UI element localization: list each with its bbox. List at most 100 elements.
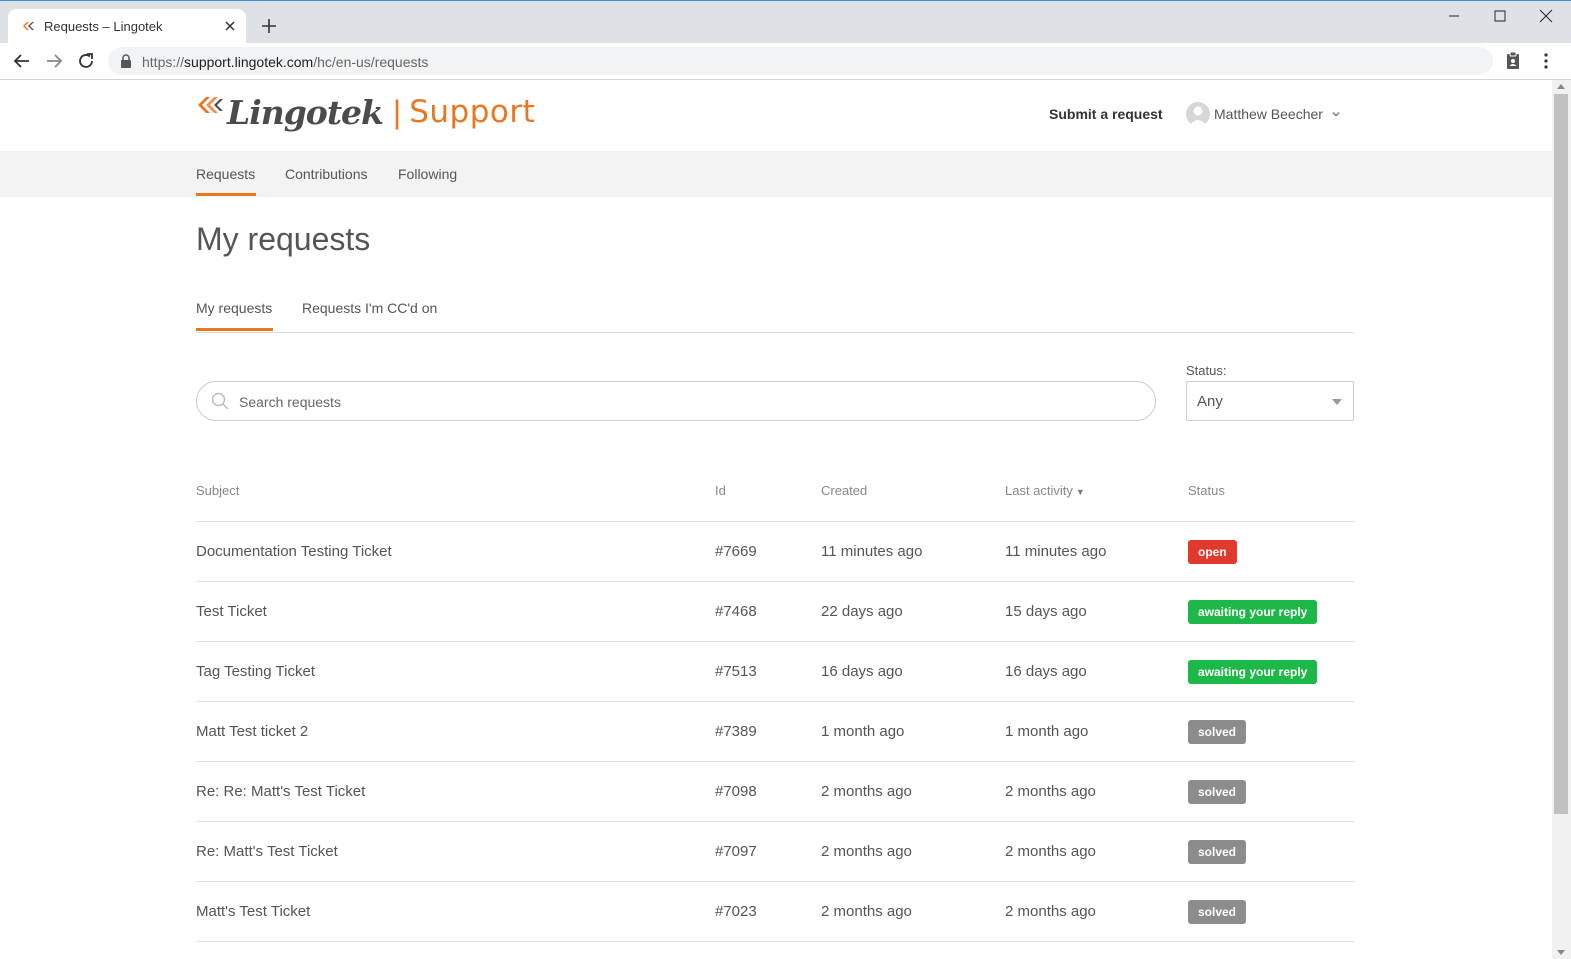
url-text: https://support.lingotek.com/hc/en-us/re… (142, 54, 428, 70)
browser-toolbar: https://support.lingotek.com/hc/en-us/re… (0, 43, 1571, 80)
request-created: 1 month ago (821, 723, 905, 740)
tab-ccd-requests[interactable]: Requests I'm CC'd on (302, 300, 437, 316)
sort-descending-icon: ▼ (1075, 487, 1085, 497)
subnav-active-indicator (196, 193, 256, 196)
lock-icon (121, 54, 131, 68)
request-last-activity: 11 minutes ago (1005, 543, 1107, 560)
avatar (1186, 102, 1210, 126)
requests-tabs: My requests Requests I'm CC'd on (196, 300, 1354, 333)
request-subject-link[interactable]: Test Ticket (196, 603, 267, 620)
logo-wordmark: Lingotek (227, 92, 384, 132)
caret-down-icon (1332, 399, 1342, 405)
request-created: 2 months ago (821, 843, 912, 860)
status-badge: solved (1188, 840, 1247, 864)
request-subject-link[interactable]: Re: Re: Matt's Test Ticket (196, 783, 365, 800)
request-created: 11 minutes ago (821, 543, 923, 560)
search-input[interactable] (237, 390, 1131, 414)
column-header-id[interactable]: Id (715, 483, 726, 498)
tab-active-indicator (196, 328, 273, 331)
status-badge: awaiting your reply (1188, 660, 1318, 684)
maximize-window-icon[interactable] (1477, 5, 1523, 27)
request-subject-link[interactable]: Tag Testing Ticket (196, 663, 315, 680)
user-menu[interactable]: Matthew Beecher (1186, 102, 1341, 126)
url-host: support.lingotek.com (184, 54, 314, 70)
table-row: Documentation Testing Ticket #7669 11 mi… (196, 522, 1354, 582)
tab-title: Requests – Lingotek (44, 19, 163, 34)
url-path: /hc/en-us/requests (313, 54, 429, 70)
requests-table: Subject Id Created Last activity ▼ Status… (196, 470, 1354, 942)
column-header-last-activity-label: Last activity (1005, 483, 1073, 498)
request-last-activity: 1 month ago (1005, 723, 1089, 740)
lingotek-logo-mark-icon (198, 97, 223, 113)
request-last-activity: 16 days ago (1005, 663, 1087, 680)
request-created: 2 months ago (821, 783, 912, 800)
reload-icon[interactable] (75, 50, 97, 72)
subnav-item-following[interactable]: Following (398, 166, 457, 182)
search-box (196, 381, 1156, 421)
column-header-status[interactable]: Status (1188, 483, 1225, 498)
status-badge: solved (1188, 780, 1247, 804)
page-title: My requests (196, 221, 371, 257)
request-id: #7023 (715, 903, 757, 920)
browser-tab-strip: Requests – Lingotek (0, 0, 1571, 44)
request-last-activity: 15 days ago (1005, 603, 1087, 620)
status-filter-label: Status: (1186, 363, 1227, 378)
minimize-window-icon[interactable] (1431, 5, 1477, 27)
submit-request-link[interactable]: Submit a request (1049, 106, 1163, 122)
request-subject-link[interactable]: Documentation Testing Ticket (196, 543, 392, 560)
table-row: Matt Test ticket 2 #7389 1 month ago 1 m… (196, 702, 1354, 762)
request-subject-link[interactable]: Matt's Test Ticket (196, 903, 310, 920)
column-header-last-activity[interactable]: Last activity ▼ (1005, 483, 1085, 498)
chevron-down-icon (1332, 112, 1340, 117)
user-avatar-icon (1189, 106, 1207, 126)
status-badge: solved (1188, 720, 1247, 744)
address-bar[interactable]: https://support.lingotek.com/hc/en-us/re… (108, 47, 1493, 75)
request-last-activity: 2 months ago (1005, 843, 1096, 860)
browser-tab[interactable]: Requests – Lingotek (8, 9, 246, 44)
request-id: #7669 (715, 543, 757, 560)
lingotek-favicon-icon (23, 22, 34, 30)
extension-clipboard-icon[interactable] (1502, 50, 1524, 72)
new-tab-icon[interactable] (258, 15, 280, 37)
request-id: #7097 (715, 843, 757, 860)
scroll-up-arrow-icon[interactable] (1557, 84, 1565, 89)
back-arrow-icon[interactable] (11, 50, 33, 72)
subnav-item-contributions[interactable]: Contributions (285, 166, 368, 182)
scroll-down-arrow-icon[interactable] (1557, 950, 1565, 955)
tab-my-requests[interactable]: My requests (196, 300, 272, 316)
forward-arrow-icon[interactable] (43, 50, 65, 72)
user-name: Matthew Beecher (1214, 106, 1323, 122)
status-badge: open (1188, 540, 1237, 564)
profile-subnav: Requests Contributions Following (0, 151, 1552, 197)
request-id: #7468 (715, 603, 757, 620)
subnav-item-requests[interactable]: Requests (196, 166, 255, 182)
close-tab-icon[interactable] (220, 16, 240, 36)
table-header: Subject Id Created Last activity ▼ Status (196, 470, 1354, 522)
url-scheme: https:// (142, 54, 185, 70)
request-created: 22 days ago (821, 603, 903, 620)
column-header-created[interactable]: Created (821, 483, 867, 498)
request-last-activity: 2 months ago (1005, 903, 1096, 920)
table-row: Test Ticket #7468 22 days ago 15 days ag… (196, 582, 1354, 642)
status-filter-value: Any (1197, 393, 1223, 410)
request-subject-link[interactable]: Re: Matt's Test Ticket (196, 843, 338, 860)
status-badge: awaiting your reply (1188, 600, 1318, 624)
search-icon (211, 392, 229, 410)
page-viewport: Lingotek | Support Submit a request Matt… (0, 80, 1552, 959)
request-id: #7098 (715, 783, 757, 800)
request-id: #7389 (715, 723, 757, 740)
browser-menu-icon[interactable] (1535, 50, 1557, 72)
status-badge: solved (1188, 900, 1247, 924)
close-window-icon[interactable] (1523, 5, 1569, 27)
request-created: 16 days ago (821, 663, 903, 680)
scrollbar-thumb[interactable] (1554, 94, 1568, 814)
status-filter-select[interactable]: Any (1186, 381, 1354, 421)
logo-support-text: Support (409, 94, 536, 130)
table-row: Re: Matt's Test Ticket #7097 2 months ag… (196, 822, 1354, 882)
lingotek-support-logo[interactable]: Lingotek | Support (196, 92, 535, 132)
request-subject-link[interactable]: Matt Test ticket 2 (196, 723, 308, 740)
table-row: Matt's Test Ticket #7023 2 months ago 2 … (196, 882, 1354, 942)
column-header-subject[interactable]: Subject (196, 483, 239, 498)
page-scrollbar[interactable] (1552, 80, 1571, 959)
request-last-activity: 2 months ago (1005, 783, 1096, 800)
